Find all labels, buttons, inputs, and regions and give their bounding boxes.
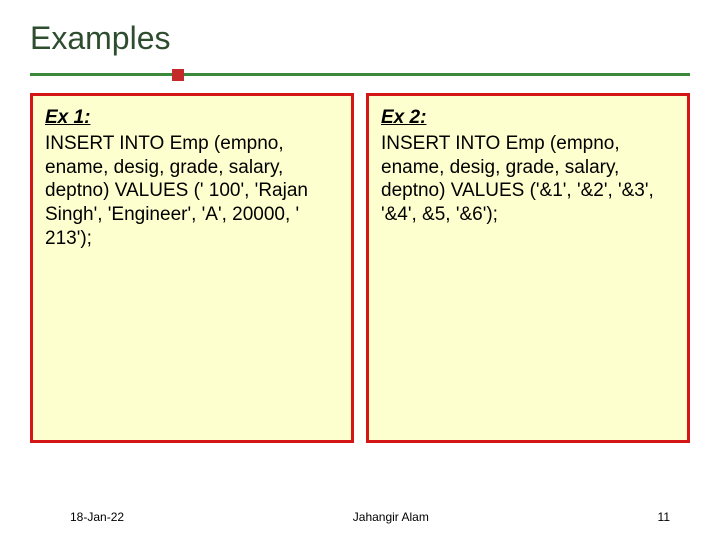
example-box-1: Ex 1: INSERT INTO Emp (empno, ename, des…	[30, 93, 354, 443]
title-rule	[0, 69, 720, 79]
title-area: Examples	[0, 0, 720, 63]
footer-date: 18-Jan-22	[30, 510, 124, 524]
footer: 18-Jan-22 Jahangir Alam 11	[30, 510, 690, 524]
footer-page: 11	[658, 510, 690, 524]
content-row: Ex 1: INSERT INTO Emp (empno, ename, des…	[0, 79, 720, 443]
rule-accent-square	[172, 69, 184, 81]
example-body: INSERT INTO Emp (empno, ename, desig, gr…	[381, 133, 654, 225]
example-body: INSERT INTO Emp (empno, ename, desig, gr…	[45, 133, 308, 249]
example-box-2: Ex 2: INSERT INTO Emp (empno, ename, des…	[366, 93, 690, 443]
slide-title: Examples	[30, 20, 690, 57]
example-heading: Ex 2:	[381, 106, 675, 130]
example-heading: Ex 1:	[45, 106, 339, 130]
slide: Examples Ex 1: INSERT INTO Emp (empno, e…	[0, 0, 720, 540]
rule-line	[30, 73, 690, 76]
footer-author: Jahangir Alam	[124, 510, 657, 524]
